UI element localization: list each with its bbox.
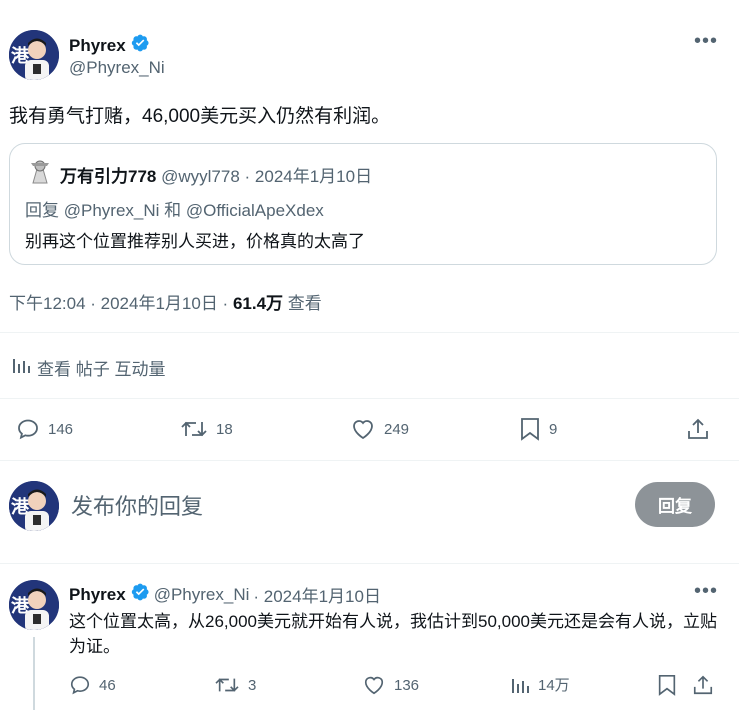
reply-repost-count: 3 bbox=[248, 676, 257, 694]
reply-bookmark-button[interactable] bbox=[656, 674, 678, 701]
more-options-icon[interactable]: ••• bbox=[694, 30, 718, 53]
reply-author-avatar[interactable]: 港 bbox=[9, 580, 59, 630]
thread-connector-line bbox=[33, 637, 35, 710]
repost-count: 18 bbox=[216, 420, 233, 438]
author-avatar[interactable]: 港 bbox=[9, 30, 59, 80]
post-text: 我有勇气打赌，46,000美元买入仍然有利润。 bbox=[9, 106, 391, 127]
divider bbox=[0, 332, 739, 333]
quote-author-name[interactable]: 万有引力778 bbox=[60, 167, 156, 186]
composer-avatar[interactable]: 港 bbox=[9, 481, 59, 531]
bookmark-icon bbox=[521, 418, 539, 441]
reply-more-options-icon[interactable]: ••• bbox=[694, 580, 718, 603]
analytics-icon bbox=[512, 678, 529, 693]
post-meta: 下午12:04 · 2024年1月10日 · 61.4万 查看 bbox=[9, 289, 322, 314]
reply-icon bbox=[70, 676, 90, 695]
quote-mention-2[interactable]: @OfficialApeXdex bbox=[186, 201, 324, 220]
quoted-post[interactable]: 万有引力778 @wyyl778 · 2024年1月10日 回复 @Phyrex… bbox=[9, 143, 717, 265]
reply-button[interactable]: 146 bbox=[16, 417, 73, 441]
reply-text: 这个位置太高，从26,000美元就开始有人说，我估计到50,000美元还是会有人… bbox=[69, 612, 717, 656]
quote-mention-1[interactable]: @Phyrex_Ni bbox=[64, 201, 160, 220]
author-handle[interactable]: @Phyrex_Ni bbox=[69, 58, 165, 78]
reply-views-button[interactable]: 14万 bbox=[510, 674, 570, 695]
quote-author-handle[interactable]: @wyyl778 bbox=[161, 167, 240, 186]
reply-reply-count: 46 bbox=[99, 676, 116, 694]
quote-date: · 2024年1月10日 bbox=[239, 167, 373, 186]
like-button[interactable]: 249 bbox=[350, 417, 409, 441]
heart-icon bbox=[353, 420, 373, 440]
view-engagement-label[interactable]: 查看 帖子 互动量 bbox=[37, 355, 165, 380]
verified-badge-icon[interactable] bbox=[130, 33, 150, 58]
views-label: 查看 bbox=[283, 294, 322, 313]
divider bbox=[0, 398, 739, 399]
repost-button[interactable]: 18 bbox=[180, 417, 233, 441]
quote-text: 别再这个位置推荐别人买进，价格真的太高了 bbox=[25, 232, 365, 251]
like-count: 249 bbox=[384, 420, 410, 438]
reply-like-button[interactable]: 136 bbox=[362, 674, 419, 696]
post-timestamp[interactable]: 下午12:04 · 2024年1月10日 · bbox=[9, 294, 233, 313]
quote-reply-context: 回复 @Phyrex_Ni 和 @OfficialApeXdex bbox=[25, 196, 324, 221]
quote-avatar[interactable] bbox=[27, 159, 53, 185]
verified-badge-icon[interactable] bbox=[130, 582, 150, 607]
share-icon bbox=[688, 418, 708, 439]
divider bbox=[0, 563, 739, 564]
reply-like-count: 136 bbox=[394, 676, 420, 694]
reply-author-name[interactable]: Phyrex bbox=[69, 585, 126, 605]
composer-reply-button[interactable]: 回复 bbox=[635, 482, 715, 527]
analytics-icon bbox=[11, 355, 31, 380]
quote-reply-prefix: 回复 bbox=[25, 201, 64, 220]
reply-composer-input[interactable]: 发布你的回复 bbox=[71, 489, 203, 521]
reply-author-handle[interactable]: @Phyrex_Ni bbox=[154, 585, 250, 605]
repost-icon bbox=[181, 421, 207, 437]
views-count: 61.4万 bbox=[232, 294, 284, 313]
heart-icon bbox=[364, 676, 384, 695]
reply-views-count: 14万 bbox=[538, 677, 570, 694]
quote-reply-and: 和 bbox=[159, 201, 186, 220]
reply-reply-button[interactable]: 46 bbox=[69, 674, 116, 696]
reply-icon bbox=[18, 419, 38, 440]
reply-repost-button[interactable]: 3 bbox=[214, 674, 256, 696]
view-engagement-link[interactable]: 查看 帖子 互动量 bbox=[11, 355, 165, 380]
share-button[interactable] bbox=[686, 417, 710, 446]
reply-share-button[interactable] bbox=[692, 674, 714, 701]
bookmark-icon bbox=[658, 675, 676, 696]
bookmark-button[interactable]: 9 bbox=[519, 417, 557, 441]
reply-date[interactable]: · 2024年1月10日 bbox=[253, 582, 381, 607]
divider bbox=[0, 460, 739, 461]
bookmark-count: 9 bbox=[549, 420, 558, 438]
share-icon bbox=[693, 675, 713, 695]
repost-icon bbox=[215, 678, 239, 692]
author-name[interactable]: Phyrex bbox=[69, 36, 126, 56]
reply-count: 146 bbox=[48, 420, 74, 438]
